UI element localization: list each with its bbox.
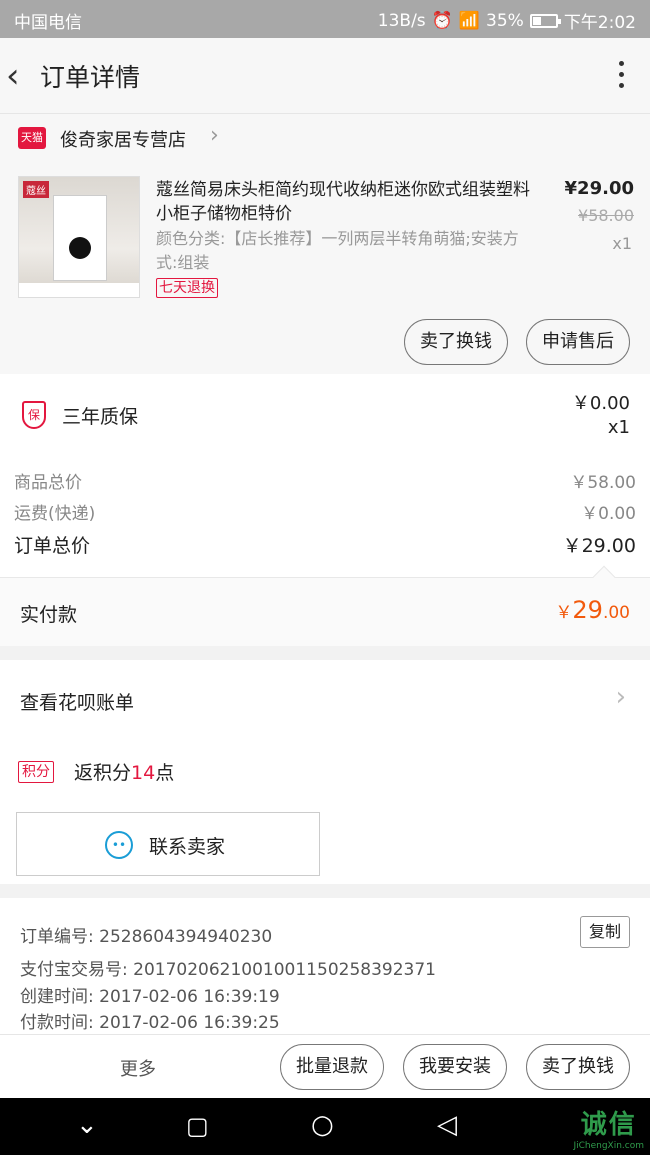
points-count: 14 bbox=[131, 762, 156, 784]
chevron-right-icon: › bbox=[615, 682, 626, 712]
order-total-value: ￥29.00 bbox=[562, 535, 636, 557]
warranty-price: ￥0.00 bbox=[571, 393, 630, 414]
brand-logo: 蔻丝 bbox=[23, 181, 49, 198]
goods-total-row: 商品总价 ￥58.00 bbox=[14, 468, 636, 493]
cat-image bbox=[69, 237, 91, 259]
network-speed: 13B/s bbox=[377, 10, 426, 31]
contact-seller-button[interactable]: •• 联系卖家 bbox=[16, 812, 320, 876]
product-price: ¥29.00 bbox=[564, 178, 634, 199]
watermark: 诚信 JiChengXin.com bbox=[573, 1104, 644, 1151]
order-info: 订单编号: 2528604394940230 复制 支付宝交易号: 201702… bbox=[0, 898, 650, 1034]
alarm-icon: ⏰ bbox=[431, 10, 453, 31]
status-bar: 中国电信 13B/s ⏰ 📶 35% 下午2:02 bbox=[0, 0, 650, 38]
shipping-label: 运费(快递) bbox=[14, 504, 96, 524]
points-section: 积分 返积分14点 •• 联系卖家 bbox=[0, 740, 650, 884]
battery-icon bbox=[529, 13, 561, 28]
created-time: 创建时间: 2017-02-06 16:39:19 bbox=[20, 987, 280, 1007]
return-policy-badge: 七天退换 bbox=[156, 278, 218, 298]
app-header: ‹ 订单详情 bbox=[0, 38, 650, 114]
home-icon[interactable]: ○ bbox=[311, 1110, 334, 1140]
points-badge: 积分 bbox=[18, 761, 54, 783]
trade-in-bottom-button[interactable]: 卖了换钱 bbox=[526, 1044, 630, 1090]
carrier-label: 中国电信 bbox=[14, 13, 82, 33]
more-button[interactable]: 更多 bbox=[120, 1055, 156, 1081]
paid-label: 实付款 bbox=[20, 604, 78, 626]
warranty-quantity: x1 bbox=[607, 417, 630, 438]
product-thumbnail[interactable]: 蔻丝 bbox=[18, 176, 140, 298]
price-summary: 商品总价 ￥58.00 运费(快递) ￥0.00 订单总价 ￥29.00 bbox=[0, 456, 650, 578]
huabei-label: 查看花呗账单 bbox=[20, 692, 135, 714]
trade-in-button[interactable]: 卖了换钱 bbox=[404, 319, 508, 365]
order-number: 订单编号: 2528604394940230 bbox=[20, 927, 273, 947]
huabei-bill-row[interactable]: 查看花呗账单 › bbox=[0, 660, 650, 740]
back-nav-icon[interactable]: ◁ bbox=[437, 1110, 457, 1140]
points-text: 返积分14点 bbox=[74, 758, 174, 785]
paid-amount: ￥29.00 bbox=[555, 596, 630, 624]
watermark-text: 诚信 bbox=[580, 1110, 637, 1140]
warranty-row: 保 三年质保 ￥0.00 x1 bbox=[0, 374, 650, 456]
paid-amount-row: 实付款 ￥29.00 bbox=[0, 565, 650, 646]
copy-button[interactable]: 复制 bbox=[579, 916, 630, 948]
shop-row[interactable]: 天猫 俊奇家居专营店 › bbox=[0, 114, 650, 164]
product-quantity: x1 bbox=[612, 234, 632, 253]
more-menu-icon[interactable] bbox=[614, 58, 628, 94]
clock: 下午2:02 bbox=[563, 13, 636, 33]
alipay-trade-number: 支付宝交易号: 2017020621001001150258392371 bbox=[20, 960, 436, 980]
bottom-action-bar: 更多 批量退款 我要安装 卖了换钱 bbox=[0, 1034, 650, 1098]
watermark-url: JiChengXin.com bbox=[573, 1141, 644, 1151]
product-sku: 颜色分类:【店长推荐】一列两层半转角萌猫;安装方式:组装 bbox=[156, 229, 519, 272]
shop-name: 俊奇家居专营店 bbox=[60, 130, 186, 151]
original-price: ¥58.00 bbox=[578, 206, 634, 225]
recent-apps-icon[interactable]: ▢ bbox=[186, 1112, 209, 1140]
tmall-icon: 天猫 bbox=[18, 127, 46, 149]
battery-percent: 35% bbox=[486, 10, 524, 31]
chevron-right-icon: › bbox=[210, 123, 219, 148]
paid-currency: ￥ bbox=[555, 603, 573, 623]
shipping-value: ￥0.00 bbox=[581, 504, 636, 524]
paid-integer: 29 bbox=[572, 596, 603, 624]
shipping-row: 运费(快递) ￥0.00 bbox=[14, 499, 636, 524]
page-title: 订单详情 bbox=[40, 63, 141, 92]
contact-seller-label: 联系卖家 bbox=[149, 836, 226, 858]
product-card: 蔻丝 蔻丝简易床头柜简约现代收纳柜迷你欧式组装塑料小柜子储物柜特价 颜色分类:【… bbox=[0, 164, 650, 374]
product-title[interactable]: 蔻丝简易床头柜简约现代收纳柜迷你欧式组装塑料小柜子储物柜特价 bbox=[156, 178, 540, 226]
paid-time: 付款时间: 2017-02-06 16:39:25 bbox=[20, 1013, 280, 1033]
goods-total-value: ￥58.00 bbox=[570, 473, 636, 493]
thumbnail-caption bbox=[19, 283, 139, 297]
back-icon[interactable]: ‹ bbox=[6, 56, 36, 96]
signal-icon: 📶 bbox=[458, 10, 481, 31]
collapse-icon[interactable]: ⌄ bbox=[76, 1110, 98, 1140]
batch-refund-button[interactable]: 批量退款 bbox=[280, 1044, 384, 1090]
status-right: 13B/s ⏰ 📶 35% 下午2:02 bbox=[377, 8, 636, 34]
warranty-label: 三年质保 bbox=[62, 406, 139, 428]
install-button[interactable]: 我要安装 bbox=[403, 1044, 507, 1090]
goods-total-label: 商品总价 bbox=[14, 473, 82, 493]
shield-icon: 保 bbox=[22, 401, 46, 429]
points-suffix: 点 bbox=[155, 762, 175, 784]
after-sale-button[interactable]: 申请售后 bbox=[526, 319, 630, 365]
order-total-label: 订单总价 bbox=[14, 535, 91, 557]
points-prefix: 返积分 bbox=[74, 762, 132, 784]
system-nav-bar: ⌄ ▢ ○ ◁ 诚信 JiChengXin.com bbox=[0, 1098, 650, 1155]
chat-face-icon: •• bbox=[105, 831, 133, 859]
order-total-row: 订单总价 ￥29.00 bbox=[14, 531, 636, 558]
paid-decimal: .00 bbox=[602, 603, 630, 623]
